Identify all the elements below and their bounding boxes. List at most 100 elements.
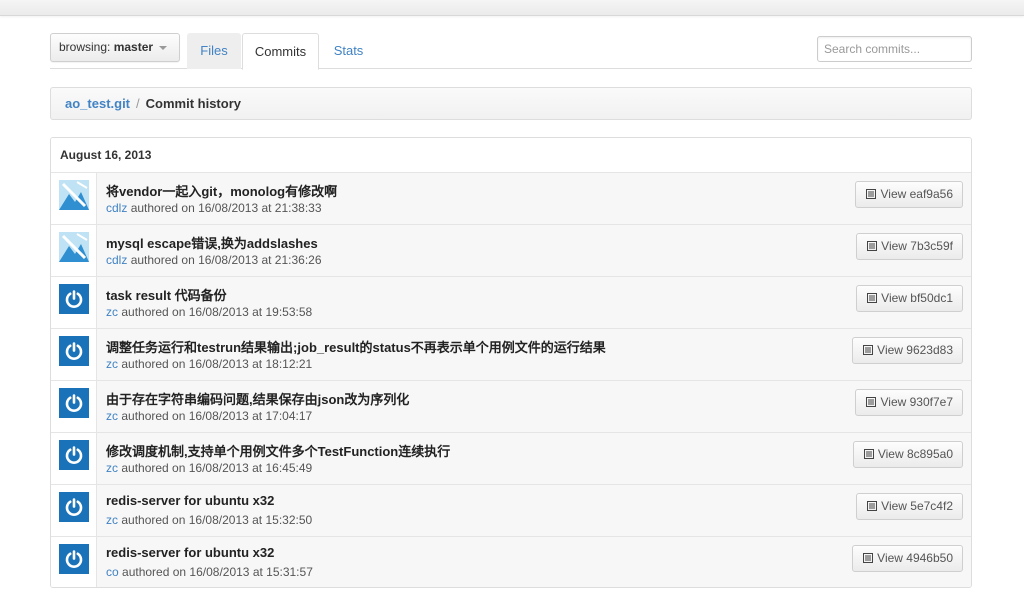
breadcrumb-separator: / — [136, 96, 140, 111]
document-icon — [863, 443, 874, 459]
avatar-cell — [51, 537, 97, 587]
view-commit-label: View 9623d83 — [877, 343, 953, 357]
commit-authored-text: authored on 16/08/2013 at 18:12:21 — [121, 357, 313, 371]
avatar[interactable] — [59, 180, 89, 210]
commit-message[interactable]: 由于存在字符串编码问题,结果保存由json改为序列化 — [106, 389, 409, 408]
document-icon — [866, 183, 877, 199]
avatar-cell — [51, 277, 97, 328]
commit-authored-text: authored on 16/08/2013 at 16:45:49 — [121, 461, 313, 475]
view-commit-label: View 4946b50 — [877, 551, 953, 565]
view-commit-label: View 7b3c59f — [881, 239, 953, 253]
power-icon — [64, 289, 84, 309]
commit-author-link[interactable]: co — [106, 565, 119, 579]
avatar[interactable] — [59, 440, 89, 470]
commit-row: redis-server for ubuntu x32 zc authored o… — [51, 485, 971, 537]
top-header-bar — [0, 0, 1024, 16]
document-icon — [867, 235, 878, 251]
search-commits-input[interactable] — [817, 36, 972, 62]
commit-author-link[interactable]: zc — [106, 513, 118, 527]
commit-date-header: August 16, 2013 — [51, 138, 971, 173]
document-icon — [866, 391, 877, 407]
avatar[interactable] — [59, 388, 89, 418]
document-icon — [863, 339, 874, 355]
view-commit-label: View 8c895a0 — [877, 447, 953, 461]
branch-selector-button[interactable]: browsing: master — [50, 33, 180, 62]
avatar-cell — [51, 225, 97, 276]
power-icon — [64, 341, 84, 361]
commit-meta: co authored on 16/08/2013 at 15:31:57 — [106, 565, 313, 579]
commit-message[interactable]: 调整任务运行和testrun结果输出;job_result的status不再表示… — [106, 337, 606, 356]
commit-author-link[interactable]: zc — [106, 461, 118, 475]
avatar[interactable] — [59, 336, 89, 366]
breadcrumb-current: Commit history — [145, 96, 241, 111]
commit-meta: zc authored on 16/08/2013 at 17:04:17 — [106, 409, 312, 423]
avatar[interactable] — [59, 544, 89, 574]
commit-message[interactable]: redis-server for ubuntu x32 — [106, 493, 274, 508]
avatar[interactable] — [59, 284, 89, 314]
commit-row: redis-server for ubuntu x32 co authored o… — [51, 537, 971, 587]
commit-message[interactable]: redis-server for ubuntu x32 — [106, 545, 274, 560]
commit-list: August 16, 2013 将vendor一起入git，monolog有修改… — [50, 137, 972, 588]
view-commit-label: View eaf9a56 — [880, 187, 953, 201]
commit-authored-text: authored on 16/08/2013 at 21:36:26 — [130, 253, 322, 267]
tab-stats[interactable]: Stats — [326, 33, 371, 69]
avatar-cell — [51, 329, 97, 380]
commit-authored-text: authored on 16/08/2013 at 19:53:58 — [121, 305, 313, 319]
commit-author-link[interactable]: cdlz — [106, 253, 127, 267]
breadcrumb-repo-link[interactable]: ao_test.git — [65, 96, 130, 111]
commit-meta: cdlz authored on 16/08/2013 at 21:36:26 — [106, 253, 322, 267]
commit-authored-text: authored on 16/08/2013 at 21:38:33 — [130, 201, 322, 215]
tab-commits[interactable]: Commits — [242, 33, 319, 70]
commit-author-link[interactable]: zc — [106, 409, 118, 423]
avatar[interactable] — [59, 492, 89, 522]
view-commit-button[interactable]: View 5e7c4f2 — [856, 493, 963, 520]
view-commit-label: View 5e7c4f2 — [881, 499, 953, 513]
view-commit-button[interactable]: View 930f7e7 — [855, 389, 963, 416]
commit-row: 修改调度机制,支持单个用例文件多个TestFunction连续执行 zc auth… — [51, 433, 971, 485]
document-icon — [867, 287, 878, 303]
commit-row: 将vendor一起入git，monolog有修改啊 cdlz authored o… — [51, 173, 971, 225]
document-icon — [867, 495, 878, 511]
breadcrumb: ao_test.git / Commit history — [50, 87, 972, 120]
commit-author-link[interactable]: cdlz — [106, 201, 127, 215]
power-icon — [64, 497, 84, 517]
avatar-cell — [51, 173, 97, 224]
repo-toolbar: browsing: master Files Commits Stats — [50, 33, 972, 70]
branch-name: master — [113, 40, 154, 54]
power-icon — [64, 445, 84, 465]
commit-authored-text: authored on 16/08/2013 at 17:04:17 — [121, 409, 313, 423]
view-commit-button[interactable]: View 9623d83 — [852, 337, 963, 364]
commit-meta: cdlz authored on 16/08/2013 at 21:38:33 — [106, 201, 322, 215]
avatar-cell — [51, 381, 97, 432]
commit-message[interactable]: mysql escape错误,换为addslashes — [106, 233, 318, 252]
view-commit-button[interactable]: View bf50dc1 — [856, 285, 963, 312]
avatar[interactable] — [59, 232, 89, 262]
chevron-down-icon — [159, 45, 168, 50]
power-icon — [64, 393, 84, 413]
commit-message[interactable]: 修改调度机制,支持单个用例文件多个TestFunction连续执行 — [106, 441, 450, 460]
commit-author-link[interactable]: zc — [106, 305, 118, 319]
browsing-label: browsing: — [59, 40, 114, 54]
commit-row: mysql escape错误,换为addslashes cdlz authored… — [51, 225, 971, 277]
commit-row: 由于存在字符串编码问题,结果保存由json改为序列化 zc authored on… — [51, 381, 971, 433]
view-commit-button[interactable]: View eaf9a56 — [855, 181, 963, 208]
view-commit-button[interactable]: View 7b3c59f — [856, 233, 963, 260]
commit-meta: zc authored on 16/08/2013 at 16:45:49 — [106, 461, 312, 475]
commit-authored-text: authored on 16/08/2013 at 15:32:50 — [121, 513, 313, 527]
commit-meta: zc authored on 16/08/2013 at 15:32:50 — [106, 513, 312, 527]
commit-message[interactable]: 将vendor一起入git，monolog有修改啊 — [106, 181, 337, 200]
view-commit-label: View 930f7e7 — [880, 395, 953, 409]
commit-meta: zc authored on 16/08/2013 at 18:12:21 — [106, 357, 312, 371]
commit-authored-text: authored on 16/08/2013 at 15:31:57 — [122, 565, 313, 579]
power-icon — [64, 549, 84, 569]
commit-row: task result 代码备份 zc authored on 16/08/201… — [51, 277, 971, 329]
view-commit-button[interactable]: View 8c895a0 — [852, 441, 963, 468]
commit-author-link[interactable]: zc — [106, 357, 118, 371]
commit-row: 调整任务运行和testrun结果输出;job_result的status不再表示… — [51, 329, 971, 381]
document-icon — [863, 547, 874, 563]
avatar-cell — [51, 485, 97, 536]
view-commit-label: View bf50dc1 — [881, 291, 953, 305]
view-commit-button[interactable]: View 4946b50 — [852, 545, 963, 572]
tab-files[interactable]: Files — [187, 33, 241, 69]
commit-message[interactable]: task result 代码备份 — [106, 285, 227, 304]
